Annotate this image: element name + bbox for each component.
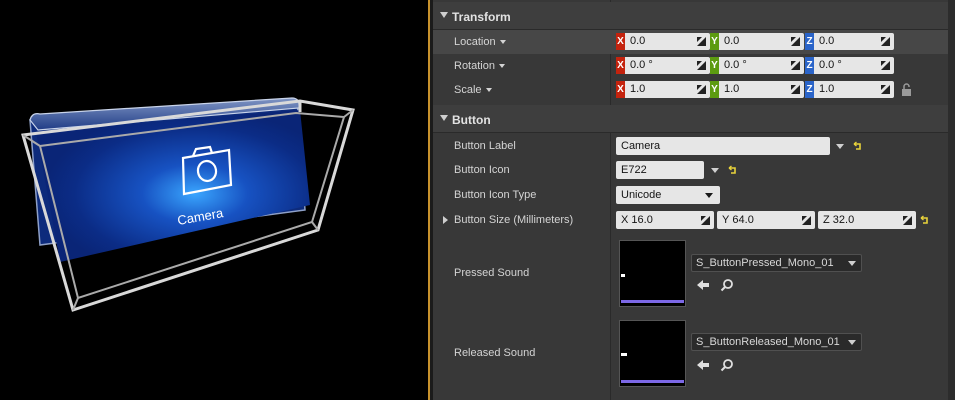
drag-handle-icon	[791, 85, 800, 94]
chevron-down-icon[interactable]	[836, 144, 844, 149]
lock-icon[interactable]	[901, 83, 912, 97]
released-sound-thumbnail[interactable]	[619, 320, 686, 387]
released-sound-label: Released Sound	[454, 347, 536, 359]
reset-to-default-icon[interactable]	[920, 215, 930, 225]
button-size-x-field[interactable]: X 16.0	[616, 211, 714, 229]
chevron-down-icon	[705, 193, 713, 198]
scale-row: Scale X 1.0 Y 1.0 Z 1.0	[433, 78, 948, 102]
button-size-row: Button Size (Millimeters) X 16.0 Y 64.0 …	[433, 208, 948, 232]
collapse-arrow-icon	[440, 12, 448, 18]
pressed-sound-row: Pressed Sound S_ButtonPressed_Mono_01	[433, 236, 948, 312]
use-selected-arrow-icon[interactable]	[696, 278, 710, 292]
button-size-y-field[interactable]: Y 64.0	[717, 211, 815, 229]
released-sound-asset-picker[interactable]: S_ButtonReleased_Mono_01	[691, 333, 862, 351]
details-panel: Transform Location X 0.0 Y 0.0 Z 0.0 Rot…	[433, 0, 955, 400]
pressed-sound-thumbnail[interactable]	[619, 240, 686, 307]
rotation-label[interactable]: Rotation	[454, 60, 505, 72]
released-sound-row: Released Sound S_ButtonReleased_Mono_01	[433, 316, 948, 394]
drag-handle-icon	[791, 37, 800, 46]
section-title: Transform	[452, 10, 511, 24]
drag-handle-icon	[697, 61, 706, 70]
drag-handle-icon	[881, 37, 890, 46]
drag-handle-icon	[881, 85, 890, 94]
browse-search-icon[interactable]	[720, 358, 734, 372]
use-selected-arrow-icon[interactable]	[696, 358, 710, 372]
button-section-header[interactable]: Button	[433, 105, 948, 133]
pressed-sound-asset-picker[interactable]: S_ButtonPressed_Mono_01	[691, 254, 862, 272]
button-icon-type-select[interactable]: Unicode	[616, 186, 720, 204]
rotation-row: Rotation X 0.0 ° Y 0.0 ° Z 0.0 °	[433, 54, 948, 78]
editor-window: Camera Transform Location X 0.0 Y 0.0 Z	[0, 0, 955, 400]
drag-handle-icon	[881, 61, 890, 70]
button-icon-label: Button Icon	[454, 164, 510, 176]
location-label[interactable]: Location	[454, 36, 506, 48]
button-icon-row: Button Icon E722	[433, 158, 948, 182]
scale-label[interactable]: Scale	[454, 84, 492, 96]
expand-arrow-icon[interactable]	[443, 216, 448, 224]
drag-handle-icon	[697, 85, 706, 94]
drag-handle-icon	[903, 216, 912, 225]
drag-handle-icon	[697, 37, 706, 46]
scrollbar[interactable]	[948, 0, 955, 400]
drag-handle-icon	[791, 61, 800, 70]
chevron-down-icon	[848, 261, 856, 266]
chevron-down-icon	[485, 88, 492, 93]
viewport[interactable]: Camera	[0, 0, 428, 400]
button-preview: Camera	[21, 97, 355, 312]
button-label-label: Button Label	[454, 140, 516, 152]
collapse-arrow-icon	[440, 115, 448, 121]
button-icon-type-label: Button Icon Type	[454, 189, 537, 201]
button-size-z-field[interactable]: Z 32.0	[818, 211, 916, 229]
chevron-down-icon	[848, 340, 856, 345]
section-title: Button	[452, 113, 491, 127]
location-row: Location X 0.0 Y 0.0 Z 0.0	[433, 30, 948, 54]
pressed-sound-label: Pressed Sound	[454, 267, 530, 279]
reset-to-default-icon[interactable]	[853, 141, 863, 151]
reset-to-default-icon[interactable]	[728, 165, 738, 175]
chevron-down-icon	[498, 64, 505, 69]
chevron-down-icon[interactable]	[711, 168, 719, 173]
button-icon-type-row: Button Icon Type Unicode	[433, 183, 948, 207]
button-size-label: Button Size (Millimeters)	[454, 214, 574, 226]
button-icon-input[interactable]: E722	[616, 161, 704, 179]
transform-section-header[interactable]: Transform	[433, 2, 948, 30]
chevron-down-icon	[499, 40, 506, 45]
button-label-row: Button Label Camera	[433, 134, 948, 158]
browse-search-icon[interactable]	[720, 278, 734, 292]
button-label-input[interactable]: Camera	[616, 137, 830, 155]
drag-handle-icon	[701, 216, 710, 225]
drag-handle-icon	[802, 216, 811, 225]
